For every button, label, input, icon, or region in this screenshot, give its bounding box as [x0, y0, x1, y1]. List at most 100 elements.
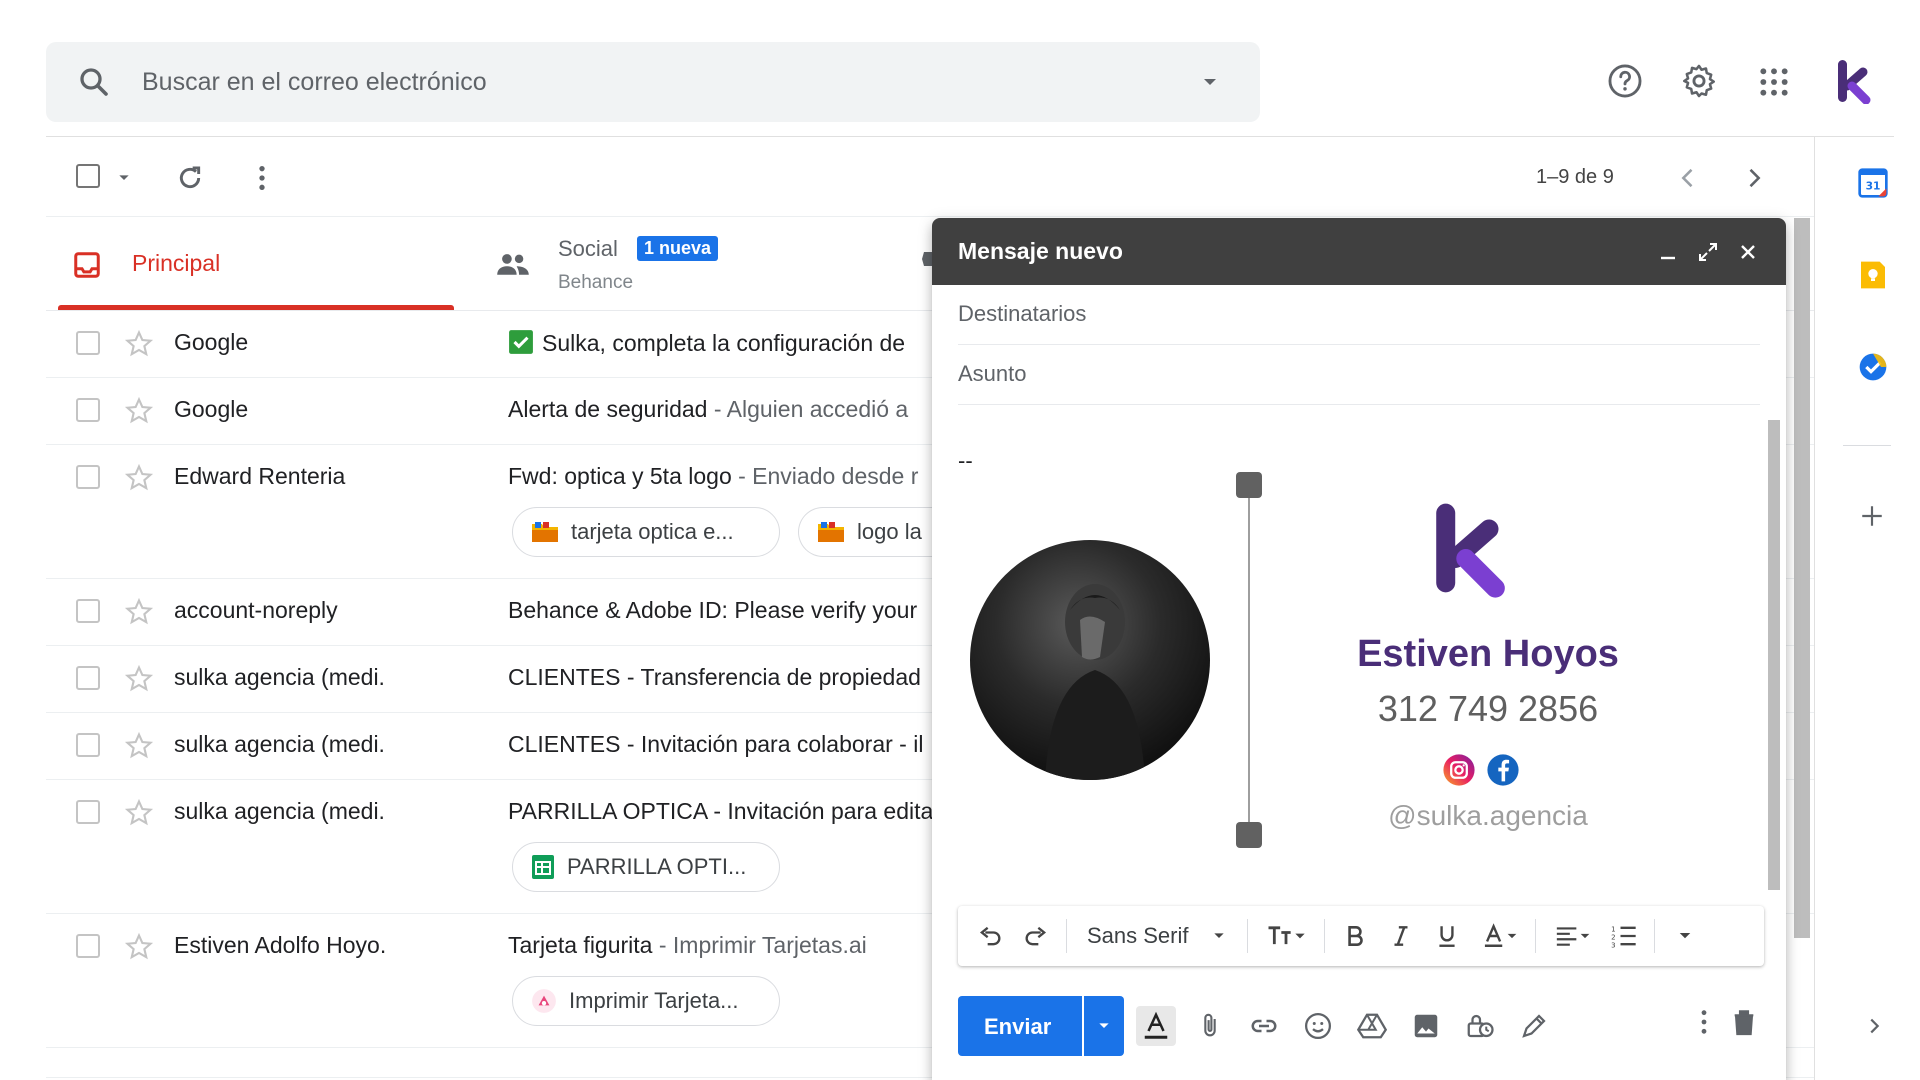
instagram-icon	[1442, 753, 1476, 787]
person-silhouette-icon	[1045, 584, 1145, 780]
trash-icon[interactable]	[1728, 1006, 1760, 1038]
photo-icon[interactable]	[1406, 1006, 1446, 1046]
account-logo-icon[interactable]	[1836, 58, 1872, 104]
email-sender: account-noreply	[174, 597, 338, 623]
font-family-value: Sans Serif	[1087, 923, 1189, 948]
row-checkbox[interactable]	[76, 733, 100, 757]
search-input[interactable]: Buscar en el correo electrónico	[142, 68, 487, 97]
compose-title: Mensaje nuevo	[958, 238, 1123, 264]
resize-handle-bottom[interactable]	[1236, 822, 1262, 848]
email-sender: sulka agencia (medi.	[174, 798, 385, 824]
search-options-icon[interactable]	[1198, 70, 1222, 94]
font-family-select[interactable]: Sans Serif	[1077, 923, 1237, 949]
redo-icon[interactable]	[1016, 916, 1056, 956]
image-resize-line	[1248, 486, 1250, 836]
underline-icon[interactable]	[1427, 916, 1467, 956]
close-icon[interactable]	[1736, 240, 1760, 264]
email-subject-line: CLIENTES - Invitación para colaborar - i…	[508, 731, 978, 758]
more-vert-icon[interactable]	[1688, 1006, 1720, 1038]
subject-field[interactable]: Asunto	[958, 345, 1760, 405]
formatting-options-icon[interactable]	[1136, 1006, 1176, 1046]
drive-icon[interactable]	[1352, 1006, 1392, 1046]
help-icon[interactable]	[1606, 62, 1644, 100]
tab-social-label: Social	[558, 236, 618, 261]
row-checkbox[interactable]	[76, 398, 100, 422]
star-icon[interactable]	[124, 396, 154, 426]
apps-grid-icon[interactable]	[1758, 66, 1790, 98]
chevron-right-icon[interactable]	[1740, 164, 1768, 192]
star-icon[interactable]	[124, 932, 154, 962]
attachment-name: Imprimir Tarjeta...	[569, 988, 739, 1013]
numbered-list-icon[interactable]: 123	[1604, 916, 1644, 956]
attach-icon[interactable]	[1190, 1006, 1230, 1046]
attachment-chip[interactable]: Imprimir Tarjeta...	[512, 976, 780, 1026]
text-color-icon[interactable]	[1473, 916, 1525, 956]
attachment-chip[interactable]: tarjeta optica e...	[512, 507, 780, 557]
list-scrollbar[interactable]	[1794, 218, 1810, 938]
caret-down-icon	[1211, 928, 1227, 944]
fullscreen-icon[interactable]	[1696, 240, 1720, 264]
star-icon[interactable]	[124, 731, 154, 761]
emoji-icon[interactable]	[1298, 1006, 1338, 1046]
add-icon[interactable]	[1859, 503, 1885, 529]
resize-handle-top[interactable]	[1236, 472, 1262, 498]
row-checkbox[interactable]	[76, 331, 100, 355]
search-icon[interactable]	[76, 64, 112, 100]
italic-icon[interactable]	[1381, 916, 1421, 956]
facebook-icon	[1486, 753, 1520, 787]
bold-icon[interactable]	[1335, 916, 1375, 956]
signature-pen-icon[interactable]	[1514, 1006, 1554, 1046]
tab-social[interactable]: Social 1 nueva Behance	[490, 218, 930, 310]
star-icon[interactable]	[124, 463, 154, 493]
email-sender: Google	[174, 396, 249, 422]
more-vert-icon[interactable]	[246, 162, 278, 194]
refresh-icon[interactable]	[174, 162, 206, 194]
chevron-left-icon[interactable]	[1674, 164, 1702, 192]
minimize-icon[interactable]	[1656, 240, 1680, 264]
signature-phone: 312 749 2856	[1377, 688, 1599, 729]
align-icon[interactable]	[1546, 916, 1598, 956]
email-subject: Behance & Adobe ID: Please verify your	[508, 597, 918, 623]
compose-header[interactable]: Mensaje nuevo	[932, 218, 1786, 285]
svg-text:31: 31	[1866, 180, 1881, 193]
select-menu-icon[interactable]	[116, 170, 132, 186]
row-checkbox[interactable]	[76, 599, 100, 623]
undo-icon[interactable]	[970, 916, 1010, 956]
gear-icon[interactable]	[1680, 62, 1718, 100]
row-checkbox[interactable]	[76, 666, 100, 690]
email-subject-line: Alerta de seguridad - Alguien accedió a	[508, 396, 978, 423]
star-icon[interactable]	[124, 329, 154, 359]
folder-icon	[817, 520, 845, 544]
toolbar-separator	[1323, 919, 1325, 953]
tab-primary-label: Principal	[132, 250, 221, 276]
toolbar-separator	[1066, 919, 1067, 953]
send-button[interactable]: Enviar	[958, 996, 1082, 1056]
signature-name: Estiven Hoyos	[1357, 633, 1619, 675]
send-options-button[interactable]	[1084, 996, 1124, 1056]
compose-body[interactable]: -- Estiven Hoyos 312 749 2856 @sulka.age…	[958, 408, 1780, 928]
email-subject-line: Behance & Adobe ID: Please verify your	[508, 597, 978, 624]
side-panel: 31	[1814, 137, 1920, 1080]
attachment-chip[interactable]: PARRILLA OPTI...	[512, 842, 780, 892]
tasks-icon[interactable]	[1857, 351, 1889, 383]
row-checkbox[interactable]	[76, 465, 100, 489]
select-all-checkbox[interactable]	[76, 164, 100, 188]
star-icon[interactable]	[124, 597, 154, 627]
star-icon[interactable]	[124, 664, 154, 694]
confidential-mode-icon[interactable]	[1460, 1006, 1500, 1046]
search-bar[interactable]: Buscar en el correo electrónico	[46, 42, 1260, 122]
tab-social-sender: Behance	[558, 272, 634, 293]
star-icon[interactable]	[124, 798, 154, 828]
calendar-icon[interactable]: 31	[1857, 167, 1889, 199]
row-checkbox[interactable]	[76, 934, 100, 958]
font-size-icon[interactable]	[1258, 916, 1314, 956]
link-icon[interactable]	[1244, 1006, 1284, 1046]
more-formatting-icon[interactable]	[1665, 916, 1705, 956]
chevron-right-icon[interactable]	[1863, 1015, 1885, 1037]
signature-photo	[970, 540, 1210, 780]
row-checkbox[interactable]	[76, 800, 100, 824]
recipients-field[interactable]: Destinatarios	[958, 285, 1760, 345]
keep-bulb-icon[interactable]	[1857, 259, 1889, 291]
compose-scrollbar[interactable]	[1768, 420, 1780, 890]
tab-primary[interactable]: Principal	[58, 218, 454, 310]
